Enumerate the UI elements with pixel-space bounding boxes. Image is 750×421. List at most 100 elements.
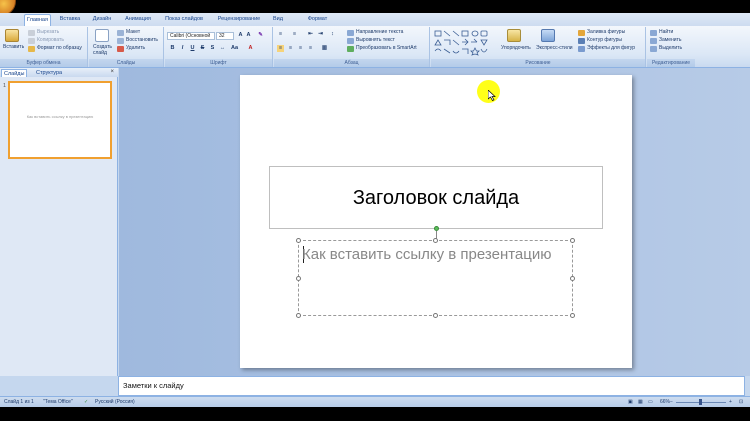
format-painter-button[interactable]: Формат по образцу: [37, 45, 82, 52]
arrange-icon[interactable]: [507, 29, 521, 42]
shape-fill-button[interactable]: Заливка фигуры: [587, 29, 625, 36]
zoom-out-icon[interactable]: −: [670, 398, 673, 407]
resize-handle-s[interactable]: [433, 313, 438, 318]
drawing-caption: Рисование: [431, 59, 645, 67]
clear-format-icon[interactable]: ✎: [257, 32, 264, 39]
resize-handle-nw[interactable]: [296, 238, 301, 243]
font-color-button[interactable]: A: [247, 45, 254, 52]
letterbox-top: [0, 0, 750, 13]
bullets-button[interactable]: ≡: [277, 31, 284, 38]
tab-review[interactable]: Рецензирование: [213, 14, 265, 26]
shrink-font-button[interactable]: A: [245, 32, 252, 39]
status-bar: Слайд 1 из 1 "Тема Office" ✓ Русский (Ро…: [0, 396, 750, 407]
tab-slides[interactable]: Слайды: [1, 69, 28, 77]
spacing-button[interactable]: ↔: [219, 45, 226, 52]
slide-canvas[interactable]: Заголовок слайда Как вставить ссылку в п…: [240, 75, 632, 368]
title-placeholder[interactable]: Заголовок слайда: [269, 166, 603, 229]
tab-animation[interactable]: Анимация: [121, 14, 155, 26]
shape-effects-button[interactable]: Эффекты для фигур: [587, 45, 635, 52]
new-slide-icon[interactable]: [95, 29, 109, 42]
zoom-slider-knob[interactable]: [699, 399, 702, 405]
columns-button[interactable]: ▥: [321, 45, 328, 52]
paste-icon[interactable]: [5, 29, 19, 42]
ribbon-tabs: Главная Вставка Дизайн Анимация Показ сл…: [0, 13, 750, 26]
view-sorter-icon[interactable]: ▦: [638, 398, 643, 407]
font-caption: Шрифт: [165, 59, 272, 67]
resize-handle-e[interactable]: [570, 276, 575, 281]
justify-button[interactable]: ≡: [307, 45, 314, 52]
view-slideshow-icon[interactable]: ▭: [648, 398, 653, 407]
rotation-handle[interactable]: [434, 226, 439, 231]
smartart-button[interactable]: Преобразовать в SmartArt: [356, 45, 417, 52]
mouse-pointer-icon: [488, 90, 496, 101]
slide-title[interactable]: Заголовок слайда: [270, 185, 602, 211]
notes-pane[interactable]: Заметки к слайду: [118, 376, 745, 396]
numbering-button[interactable]: ≡: [291, 31, 298, 38]
view-normal-icon[interactable]: ▣: [628, 398, 633, 407]
text-direction-button[interactable]: Направление текста: [356, 29, 403, 36]
case-button[interactable]: Aa: [231, 45, 238, 52]
resize-handle-n[interactable]: [433, 238, 438, 243]
copy-icon: [28, 38, 35, 44]
bold-button[interactable]: B: [169, 45, 176, 52]
align-text-button[interactable]: Выровнять текст: [356, 37, 395, 44]
quick-styles-icon[interactable]: [541, 29, 555, 42]
fit-window-icon[interactable]: ⊡: [739, 398, 743, 407]
thumbnail-text: Как вставить ссылку в презентацию: [26, 114, 94, 119]
underline-button[interactable]: U: [189, 45, 196, 52]
find-button[interactable]: Найти: [659, 29, 673, 36]
tab-outline[interactable]: Структура: [34, 69, 64, 77]
cut-button[interactable]: Вырезать: [37, 29, 59, 36]
slide-thumbnail[interactable]: Как вставить ссылку в презентацию: [8, 81, 112, 159]
resize-handle-sw[interactable]: [296, 313, 301, 318]
align-right-button[interactable]: ≡: [297, 45, 304, 52]
tab-insert[interactable]: Вставка: [56, 14, 84, 26]
resize-handle-se[interactable]: [570, 313, 575, 318]
select-icon: [650, 46, 657, 52]
reset-button[interactable]: Восстановить: [126, 37, 158, 44]
decrease-indent-button[interactable]: ⇤: [307, 31, 314, 38]
font-size-select[interactable]: 32: [216, 32, 234, 40]
layout-button[interactable]: Макет: [126, 29, 140, 36]
zoom-level[interactable]: 66%: [660, 398, 670, 407]
paste-button[interactable]: Вставить: [3, 44, 24, 51]
subtitle-placeholder[interactable]: Как вставить ссылку в презентацию: [296, 238, 575, 318]
font-name-select[interactable]: Calibri (Основной: [167, 32, 215, 40]
align-left-button[interactable]: ≡: [277, 45, 284, 52]
align-center-button[interactable]: ≡: [287, 45, 294, 52]
replace-button[interactable]: Заменить: [659, 37, 681, 44]
pane-tabs: Слайды Структура ×: [0, 68, 118, 77]
quick-styles-button[interactable]: Экспресс-стили: [536, 45, 573, 52]
replace-icon: [650, 38, 657, 44]
select-button[interactable]: Выделить: [659, 45, 682, 52]
delete-button[interactable]: Удалить: [126, 45, 145, 52]
group-font: Calibri (Основной 32 A A ✎ B I U S S ↔ A…: [165, 27, 273, 67]
close-icon[interactable]: ×: [110, 69, 114, 76]
tab-format[interactable]: Формат: [304, 14, 331, 26]
new-slide-button[interactable]: Создать слайд: [93, 44, 115, 56]
shadow-button[interactable]: S: [209, 45, 216, 52]
strikethrough-button[interactable]: S: [199, 45, 206, 52]
resize-handle-ne[interactable]: [570, 238, 575, 243]
tab-design[interactable]: Дизайн: [89, 14, 115, 26]
notes-placeholder[interactable]: Заметки к слайду: [123, 381, 184, 391]
tab-view[interactable]: Вид: [270, 14, 286, 26]
line-spacing-button[interactable]: ↕: [329, 31, 336, 38]
slides-caption: Слайды: [89, 59, 163, 67]
italic-button[interactable]: I: [179, 45, 186, 52]
increase-indent-button[interactable]: ⇥: [317, 31, 324, 38]
shapes-gallery[interactable]: [434, 30, 496, 56]
group-clipboard: Вставить Вырезать Копировать Формат по о…: [0, 27, 88, 67]
copy-button[interactable]: Копировать: [37, 37, 64, 44]
language[interactable]: Русский (Россия): [95, 398, 135, 407]
arrange-button[interactable]: Упорядочить: [501, 45, 531, 52]
grow-font-button[interactable]: A: [237, 32, 244, 39]
resize-handle-w[interactable]: [296, 276, 301, 281]
slide-number: 1: [3, 83, 7, 89]
shape-outline-button[interactable]: Контур фигуры: [587, 37, 622, 44]
spellcheck-icon[interactable]: ✓: [84, 398, 88, 407]
zoom-in-icon[interactable]: +: [729, 398, 732, 407]
slide-subtitle[interactable]: Как вставить ссылку в презентацию: [302, 245, 552, 265]
tab-slideshow[interactable]: Показ слайдов: [161, 14, 207, 26]
tab-home[interactable]: Главная: [24, 14, 51, 26]
